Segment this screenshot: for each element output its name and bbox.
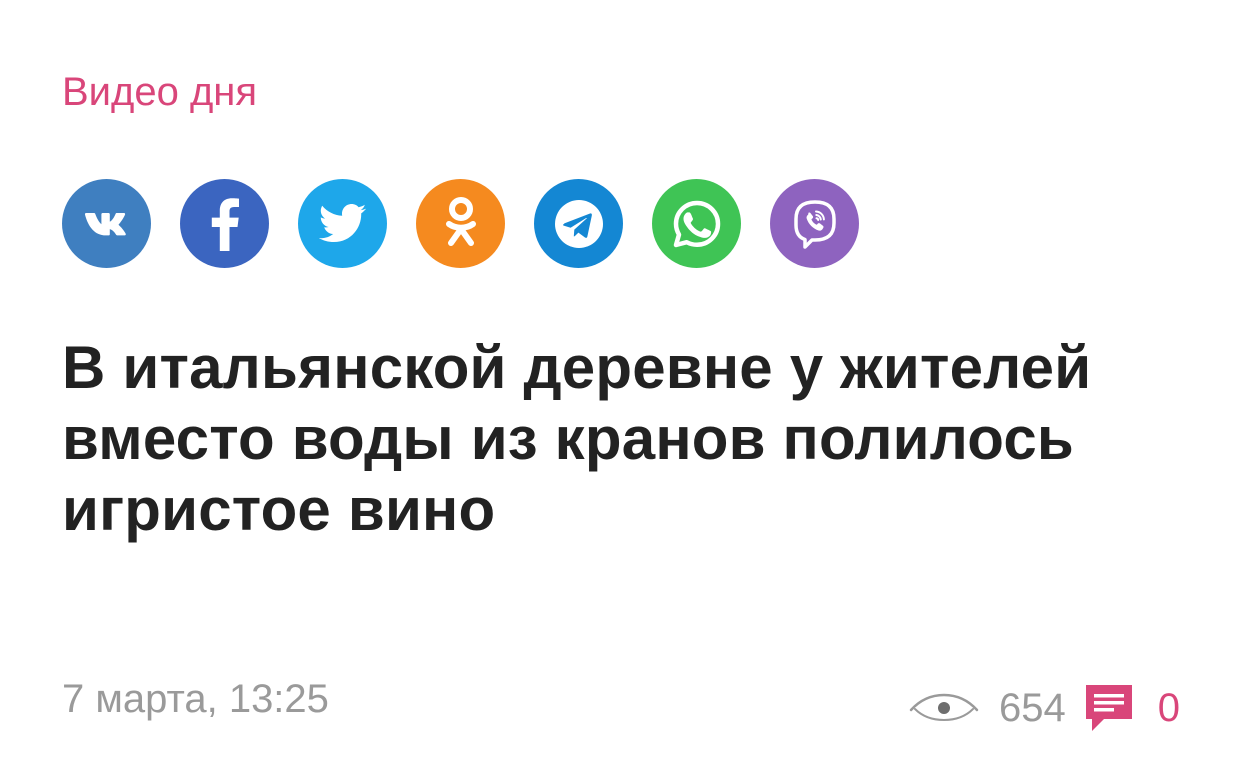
telegram-icon [554, 199, 603, 248]
whatsapp-icon [673, 200, 720, 247]
share-telegram-button[interactable] [534, 179, 623, 268]
comment-icon[interactable] [1084, 683, 1134, 733]
facebook-icon [211, 197, 239, 251]
share-bar [62, 179, 859, 268]
share-viber-button[interactable] [770, 179, 859, 268]
share-odnoklassniki-button[interactable] [416, 179, 505, 268]
twitter-icon [318, 203, 366, 242]
comments-count[interactable]: 0 [1158, 680, 1180, 736]
section-label[interactable]: Видео дня [62, 66, 257, 118]
eye-icon [909, 693, 979, 723]
share-facebook-button[interactable] [180, 179, 269, 268]
viber-icon [793, 199, 836, 249]
odnoklassniki-icon [445, 196, 476, 246]
article-date: 7 марта, 13:25 [62, 677, 329, 721]
vk-icon [84, 212, 126, 235]
article-headline[interactable]: В итальянской деревне у жителей вместо в… [62, 332, 1162, 545]
article-card: Видео дня В итальянской деревне у жителе… [0, 0, 1242, 766]
article-stats: 654 0 [909, 680, 1180, 736]
views-count: 654 [999, 686, 1066, 730]
share-whatsapp-button[interactable] [652, 179, 741, 268]
share-vk-button[interactable] [62, 179, 151, 268]
share-twitter-button[interactable] [298, 179, 387, 268]
